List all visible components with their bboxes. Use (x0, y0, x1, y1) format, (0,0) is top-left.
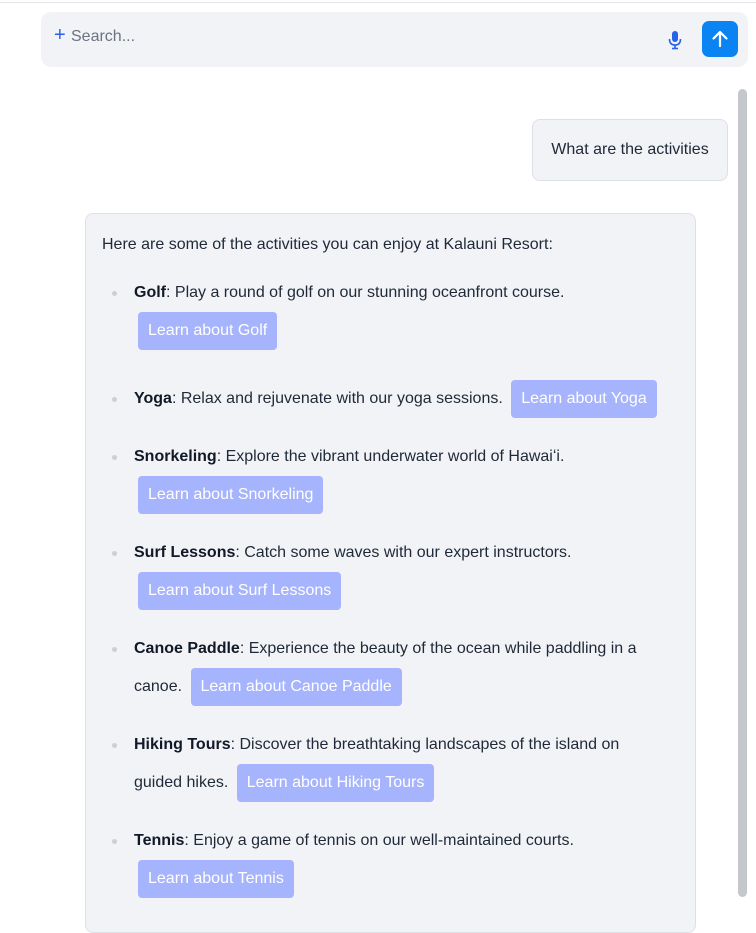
activity-item-golf: Golf: Play a round of golf on our stunni… (112, 274, 664, 350)
activity-description: : Explore the vibrant underwater world o… (216, 448, 565, 465)
learn-about-tennis-button[interactable]: Learn about Tennis (138, 860, 294, 898)
send-button[interactable] (702, 21, 738, 57)
user-message: What are the activities (532, 119, 728, 181)
learn-about-canoe-paddle-button[interactable]: Learn about Canoe Paddle (190, 668, 402, 706)
activity-description: : Play a round of golf on our stunning o… (166, 284, 565, 301)
arrow-up-icon (712, 30, 728, 48)
activity-item-snorkeling: Snorkeling: Explore the vibrant underwat… (112, 438, 664, 514)
microphone-icon[interactable] (666, 29, 684, 51)
activity-title: Tennis (134, 832, 185, 849)
activity-description: : Catch some waves with our expert instr… (235, 544, 572, 561)
bullet-icon (112, 397, 117, 402)
scrollbar[interactable] (737, 88, 749, 897)
activity-title: Golf (134, 284, 166, 301)
learn-about-surf-lessons-button[interactable]: Learn about Surf Lessons (138, 572, 342, 610)
bullet-icon (112, 839, 117, 844)
activity-title: Hiking Tours (134, 736, 231, 753)
learn-about-snorkeling-button[interactable]: Learn about Snorkeling (138, 476, 324, 514)
activity-item-yoga: Yoga: Relax and rejuvenate with our yoga… (112, 380, 664, 418)
bullet-icon (112, 743, 117, 748)
learn-about-hiking-tours-button[interactable]: Learn about Hiking Tours (236, 764, 435, 802)
bullet-icon (112, 291, 117, 296)
scrollbar-thumb[interactable] (738, 89, 747, 897)
learn-about-yoga-button[interactable]: Learn about Yoga (511, 380, 657, 418)
search-bar: + (41, 12, 748, 67)
search-input[interactable] (71, 26, 651, 48)
activity-title: Snorkeling (134, 448, 217, 465)
activity-item-hiking-tours: Hiking Tours: Discover the breathtaking … (112, 726, 664, 802)
plus-icon[interactable]: + (54, 25, 66, 45)
bullet-icon (112, 455, 117, 460)
bot-intro-text: Here are some of the activities you can … (102, 236, 553, 253)
activity-title: Surf Lessons (134, 544, 236, 561)
chat-area: What are the activities Here are some of… (0, 88, 756, 933)
bullet-icon (112, 647, 117, 652)
top-divider (0, 2, 756, 3)
activity-item-canoe-paddle: Canoe Paddle: Experience the beauty of t… (112, 630, 664, 706)
activity-description: : Enjoy a game of tennis on our well-mai… (184, 832, 574, 849)
bot-message: Here are some of the activities you can … (85, 213, 696, 933)
learn-about-golf-button[interactable]: Learn about Golf (138, 312, 278, 350)
bullet-icon (112, 551, 117, 556)
activity-item-surf-lessons: Surf Lessons: Catch some waves with our … (112, 534, 664, 610)
activity-title: Canoe Paddle (134, 640, 240, 657)
activity-title: Yoga (134, 390, 172, 407)
activity-description: : Relax and rejuvenate with our yoga ses… (171, 390, 503, 407)
activity-item-tennis: Tennis: Enjoy a game of tennis on our we… (112, 822, 664, 898)
